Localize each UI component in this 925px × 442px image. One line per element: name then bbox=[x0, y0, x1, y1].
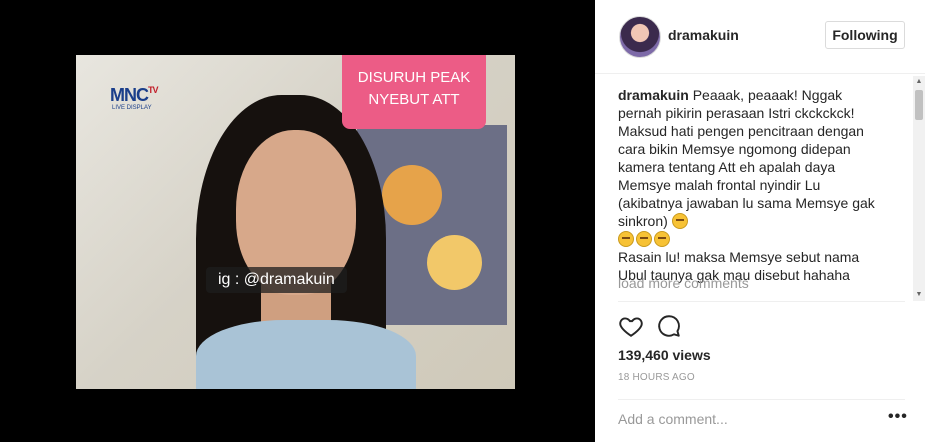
speech-bubble-icon[interactable] bbox=[656, 313, 682, 339]
timestamp[interactable]: 18 HOURS AGO bbox=[618, 372, 695, 383]
watermark-tag: ig : @dramakuin bbox=[206, 267, 347, 293]
video-frame[interactable]: MNCTV LIVE DISPLAY DISURUH PEAK NYEBUT A… bbox=[76, 55, 515, 389]
channel-sub-label: LIVE DISPLAY bbox=[112, 105, 152, 111]
add-comment-input[interactable] bbox=[618, 411, 878, 427]
media-area: MNCTV LIVE DISPLAY DISURUH PEAK NYEBUT A… bbox=[0, 0, 595, 442]
comment-text-2: Maksud hati pengen pencitraan dengan car… bbox=[618, 123, 875, 229]
caption-line-2: NYEBUT ATT bbox=[368, 91, 460, 108]
caption-line-1: DISURUH PEAK bbox=[357, 69, 471, 86]
person-shirt bbox=[196, 320, 416, 389]
crying-laughing-emoji-icon bbox=[618, 231, 634, 247]
heart-icon[interactable] bbox=[618, 313, 644, 339]
divider bbox=[618, 399, 905, 400]
scroll-down-arrow-icon[interactable]: ▼ bbox=[913, 289, 925, 301]
load-more-comments-link[interactable]: load more comments bbox=[618, 275, 749, 291]
crying-laughing-emoji-icon bbox=[654, 231, 670, 247]
video-caption: DISURUH PEAK NYEBUT ATT bbox=[342, 55, 486, 129]
caption-comment: dramakuin Peaaak, peaaak! Nggak pernah p… bbox=[618, 86, 888, 296]
post-header: dramakuin Following bbox=[595, 0, 925, 74]
header-username[interactable]: dramakuin bbox=[668, 27, 739, 43]
view-count: 139,460 views bbox=[618, 347, 711, 363]
channel-logo-text: MNC bbox=[110, 85, 149, 105]
comment-username[interactable]: dramakuin bbox=[618, 87, 689, 103]
following-button[interactable]: Following bbox=[825, 21, 905, 49]
post-side-panel: dramakuin Following dramakuin Peaaak, pe… bbox=[595, 0, 925, 442]
crying-laughing-emoji-icon bbox=[671, 213, 688, 229]
channel-logo: MNCTV bbox=[110, 85, 158, 106]
crying-laughing-emoji-icon bbox=[636, 231, 652, 247]
divider bbox=[618, 301, 905, 302]
more-options-icon[interactable]: ••• bbox=[888, 408, 908, 426]
scroll-up-arrow-icon[interactable]: ▲ bbox=[913, 76, 925, 88]
scroll-thumb[interactable] bbox=[915, 90, 923, 120]
avatar[interactable] bbox=[619, 16, 661, 58]
comments-scrollbar[interactable]: ▲ ▼ bbox=[913, 76, 925, 301]
channel-logo-suffix: TV bbox=[148, 85, 158, 95]
